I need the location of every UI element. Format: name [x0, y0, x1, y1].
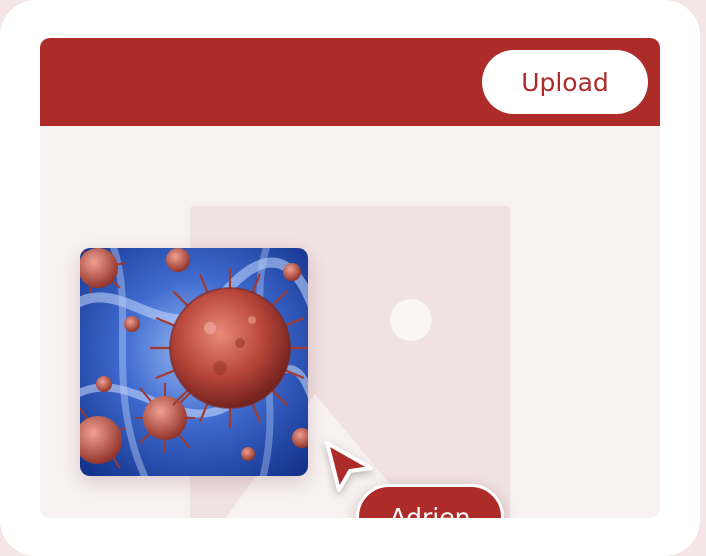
upload-window: Upload Adrien: [40, 38, 660, 518]
collaborator-name-tag: Adrien: [356, 484, 504, 518]
outer-card: Upload Adrien: [0, 0, 700, 556]
content-area: Adrien: [40, 126, 660, 518]
upload-button[interactable]: Upload: [482, 50, 648, 114]
header-bar: Upload: [40, 38, 660, 126]
virus-thumbnail-image[interactable]: [80, 248, 308, 476]
